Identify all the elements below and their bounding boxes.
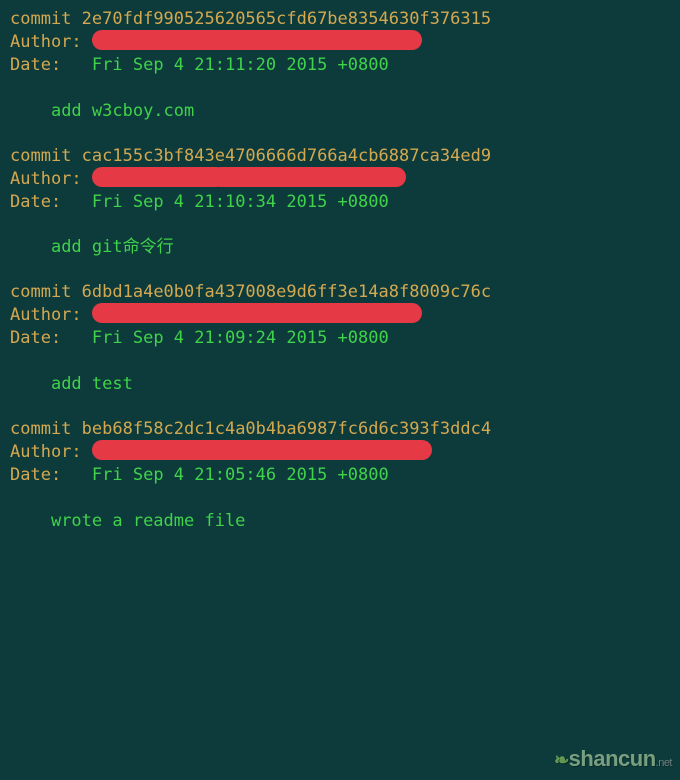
author-line: Author: <box>10 31 670 54</box>
watermark: ❧shancun.net <box>554 744 672 774</box>
commit-message: wrote a readme file <box>10 510 670 533</box>
commit-line: commit cac155c3bf843e4706666d766a4cb6887… <box>10 145 670 168</box>
date-line: Date: Fri Sep 4 21:10:34 2015 +0800 <box>10 191 670 214</box>
date-label: Date: <box>10 328 61 348</box>
redacted-author <box>92 30 422 50</box>
redacted-author <box>92 167 222 187</box>
commit-label: commit <box>10 419 71 439</box>
author-label: Author: <box>10 169 82 189</box>
commit-label: commit <box>10 146 71 166</box>
commit-line: commit 2e70fdf990525620565cfd67be8354630… <box>10 8 670 31</box>
git-log-output: commit 2e70fdf990525620565cfd67be8354630… <box>10 8 670 533</box>
redacted-author <box>92 440 432 460</box>
commit-hash: 2e70fdf990525620565cfd67be8354630f376315 <box>82 9 491 29</box>
commit-message: add git命令行 <box>10 236 670 259</box>
author-line: Author: <box>10 441 670 464</box>
date-label: Date: <box>10 465 61 485</box>
date-line: Date: Fri Sep 4 21:05:46 2015 +0800 <box>10 464 670 487</box>
commit-entry: commit 2e70fdf990525620565cfd67be8354630… <box>10 8 670 123</box>
author-label: Author: <box>10 305 82 325</box>
date-label: Date: <box>10 192 61 212</box>
redacted-author <box>92 303 422 323</box>
commit-label: commit <box>10 282 71 302</box>
date-label: Date: <box>10 55 61 75</box>
leaf-icon: ❧ <box>554 750 569 770</box>
commit-hash: cac155c3bf843e4706666d766a4cb6887ca34ed9 <box>82 146 491 166</box>
commit-message: add w3cboy.com <box>10 100 670 123</box>
commit-entry: commit cac155c3bf843e4706666d766a4cb6887… <box>10 145 670 260</box>
commit-date: Fri Sep 4 21:10:34 2015 +0800 <box>92 192 389 212</box>
author-line: Author: <box>10 304 670 327</box>
commit-message: add test <box>10 373 670 396</box>
date-line: Date: Fri Sep 4 21:11:20 2015 +0800 <box>10 54 670 77</box>
watermark-text: shancun <box>569 746 656 771</box>
commit-date: Fri Sep 4 21:11:20 2015 +0800 <box>92 55 389 75</box>
author-line: Author: <box>10 168 670 191</box>
redacted-author <box>216 167 406 187</box>
commit-entry: commit beb68f58c2dc1c4a0b4ba6987fc6d6c39… <box>10 418 670 533</box>
commit-hash: beb68f58c2dc1c4a0b4ba6987fc6d6c393f3ddc4 <box>82 419 491 439</box>
commit-hash: 6dbd1a4e0b0fa437008e9d6ff3e14a8f8009c76c <box>82 282 491 302</box>
author-label: Author: <box>10 32 82 52</box>
commit-date: Fri Sep 4 21:05:46 2015 +0800 <box>92 465 389 485</box>
commit-date: Fri Sep 4 21:09:24 2015 +0800 <box>92 328 389 348</box>
commit-label: commit <box>10 9 71 29</box>
date-line: Date: Fri Sep 4 21:09:24 2015 +0800 <box>10 327 670 350</box>
watermark-suffix: .net <box>656 757 672 769</box>
commit-line: commit 6dbd1a4e0b0fa437008e9d6ff3e14a8f8… <box>10 281 670 304</box>
commit-line: commit beb68f58c2dc1c4a0b4ba6987fc6d6c39… <box>10 418 670 441</box>
commit-entry: commit 6dbd1a4e0b0fa437008e9d6ff3e14a8f8… <box>10 281 670 396</box>
author-label: Author: <box>10 442 82 462</box>
